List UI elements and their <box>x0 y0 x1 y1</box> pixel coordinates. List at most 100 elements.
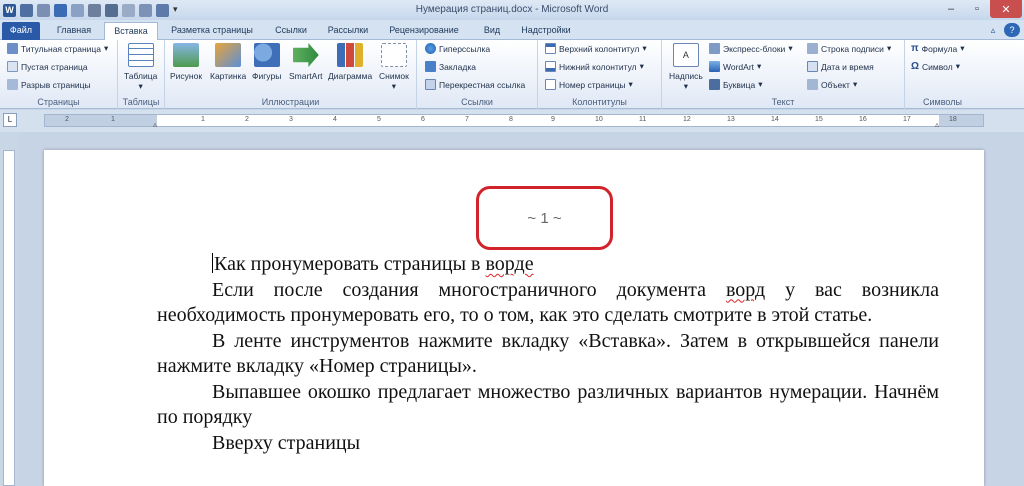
group-symbols: π Формула ▾ Ω Символ ▾ Символы <box>905 40 980 109</box>
ruler-number: 18 <box>949 116 957 123</box>
group-label-pages: Страницы <box>37 97 80 107</box>
maximize-button[interactable]: ▫ <box>964 0 990 18</box>
picture-icon <box>173 43 200 67</box>
pi-icon: π <box>911 43 919 54</box>
minimize-ribbon-icon[interactable]: ▵ <box>986 22 1000 40</box>
blank-page-button[interactable]: Пустая страница <box>7 61 88 72</box>
shapes-icon <box>253 43 280 67</box>
wordart-button[interactable]: WordArt ▾ <box>709 61 761 72</box>
dropdown-arrow-icon: ▾ <box>104 43 109 53</box>
bookmark-icon <box>425 61 436 72</box>
hyperlink-icon <box>425 43 436 54</box>
ruler-number: 6 <box>421 116 425 123</box>
window-title: Нумерация страниц.docx - Microsoft Word <box>415 4 609 15</box>
drop-cap-icon <box>709 79 720 90</box>
ruler-number: 2 <box>65 116 69 123</box>
tab-addins[interactable]: Надстройки <box>514 22 578 40</box>
dropdown-arrow-icon: ▾ <box>852 79 858 89</box>
text-box-icon: A <box>672 43 699 67</box>
symbol-button[interactable]: Ω Символ ▾ <box>911 61 960 72</box>
cover-page-button[interactable]: Титульная страница ▾ <box>7 43 108 54</box>
page-break-button[interactable]: Разрыв страницы <box>7 79 91 90</box>
header-icon <box>545 43 556 54</box>
object-icon <box>807 79 818 90</box>
hyperlink-button[interactable]: Гиперссылка <box>425 43 490 54</box>
wordart-icon <box>709 61 720 72</box>
group-label-header-footer: Колонтитулы <box>572 97 627 107</box>
footer-button[interactable]: Нижний колонтитул ▾ <box>545 61 644 72</box>
equation-button[interactable]: π Формула ▾ <box>911 43 965 54</box>
first-line-indent-marker[interactable]: ▵ <box>153 120 157 129</box>
text-box-button[interactable]: A Надпись ▾ <box>669 43 703 92</box>
group-label-symbols: Символы <box>923 97 962 107</box>
ribbon-tabs: Файл Главная Вставка Разметка страницы С… <box>0 20 1024 41</box>
bookmark-button[interactable]: Закладка <box>425 61 476 72</box>
misspelled-word[interactable]: ворде <box>485 253 533 275</box>
chart-button[interactable]: Диаграмма <box>328 43 372 81</box>
ruler-number: 16 <box>859 116 867 123</box>
group-header-footer: Верхний колонтитул ▾ Нижний колонтитул ▾ Н… <box>538 40 662 109</box>
picture-button[interactable]: Рисунок <box>170 43 202 81</box>
date-time-button[interactable]: Дата и время <box>807 61 874 72</box>
vertical-ruler[interactable] <box>3 150 15 486</box>
signature-line-button[interactable]: Строка подписи ▾ <box>807 43 891 54</box>
ruler-area: L 2 1 1 2 3 4 5 6 7 8 9 10 11 12 13 14 1… <box>0 110 1024 132</box>
object-button[interactable]: Объект ▾ <box>807 79 857 90</box>
group-label-links: Ссылки <box>461 97 493 107</box>
misspelled-word[interactable]: ворд <box>726 279 765 301</box>
tab-references[interactable]: Ссылки <box>266 22 316 40</box>
chart-icon <box>337 43 364 67</box>
ruler-number: 15 <box>815 116 823 123</box>
tab-selector[interactable]: L <box>3 113 17 127</box>
dropdown-arrow-icon: ▾ <box>628 79 633 89</box>
ruler-number: 13 <box>727 116 735 123</box>
horizontal-ruler[interactable]: 2 1 1 2 3 4 5 6 7 8 9 10 11 12 13 14 15 … <box>44 114 984 129</box>
close-button[interactable]: ✕ <box>990 0 1022 18</box>
help-icon[interactable]: ? <box>1004 23 1020 37</box>
tab-file[interactable]: Файл <box>2 22 40 40</box>
right-indent-marker[interactable]: ▵ <box>935 120 939 129</box>
smartart-button[interactable]: SmartArt <box>289 43 323 81</box>
tab-page-layout[interactable]: Разметка страницы <box>162 22 262 40</box>
dropdown-arrow-icon: ▾ <box>391 81 397 91</box>
ruler-number: 5 <box>377 116 381 123</box>
ruler-number: 11 <box>639 116 647 123</box>
shapes-button[interactable]: Фигуры <box>252 43 281 81</box>
date-time-icon <box>807 61 818 72</box>
dropdown-arrow-icon: ▾ <box>757 61 762 71</box>
smartart-icon <box>292 43 319 67</box>
title-bar: W ▾ Нумерация страниц.docx - Microsoft W… <box>0 0 1024 20</box>
page-break-icon <box>7 79 18 90</box>
drop-cap-button[interactable]: Буквица ▾ <box>709 79 763 90</box>
group-label-text: Текст <box>771 97 795 107</box>
tab-view[interactable]: Вид <box>472 22 512 40</box>
dropdown-arrow-icon: ▾ <box>955 61 960 71</box>
screenshot-icon <box>380 43 407 67</box>
tab-insert[interactable]: Вставка <box>104 22 158 41</box>
paragraph: Если после создания многостраничного док… <box>157 278 939 327</box>
group-links: Гиперссылка Закладка Перекрестная ссылка… <box>417 40 538 109</box>
clipart-button[interactable]: Картинка <box>210 43 246 81</box>
dropdown-arrow-icon: ▾ <box>642 43 647 53</box>
cross-reference-icon <box>425 79 436 90</box>
dropdown-arrow-icon: ▾ <box>886 43 892 53</box>
page-number[interactable]: ~ 1 ~ <box>476 210 613 227</box>
quick-parts-button[interactable]: Экспресс-блоки ▾ <box>709 43 793 54</box>
ruler-number: 8 <box>509 116 513 123</box>
table-icon <box>127 43 154 67</box>
tab-review[interactable]: Рецензирование <box>380 22 468 40</box>
text-cursor <box>212 253 213 273</box>
screenshot-button[interactable]: Снимок ▾ <box>379 43 409 92</box>
tab-home[interactable]: Главная <box>46 22 102 40</box>
ruler-number: 10 <box>595 116 603 123</box>
tab-mailings[interactable]: Рассылки <box>320 22 376 40</box>
header-button[interactable]: Верхний колонтитул ▾ <box>545 43 647 54</box>
cross-reference-button[interactable]: Перекрестная ссылка <box>425 79 525 90</box>
table-button[interactable]: Таблица ▾ <box>124 43 157 92</box>
page-number-button[interactable]: Номер страницы ▾ <box>545 79 633 90</box>
ruler-number: 17 <box>903 116 911 123</box>
minimize-button[interactable]: ‒ <box>938 0 964 18</box>
document-body[interactable]: Как пронумеровать страницы в ворде Если … <box>157 252 939 456</box>
paragraph: Выпавшее окошко предлагает множество раз… <box>157 380 939 429</box>
dropdown-arrow-icon: ▾ <box>683 81 689 91</box>
